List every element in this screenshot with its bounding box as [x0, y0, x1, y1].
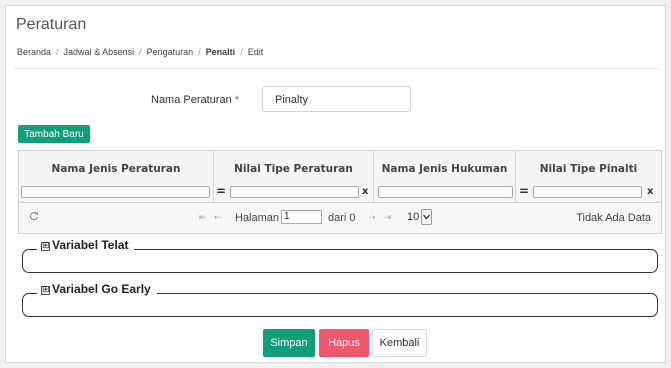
breadcrumb-home[interactable]: Beranda: [17, 47, 51, 57]
filter-clear-icon[interactable]: x: [647, 186, 653, 197]
early-variable-section: ⊞ Variabel Go Early: [22, 282, 658, 317]
breadcrumb-settings[interactable]: Pengaturan: [147, 47, 194, 57]
rule-name-label: Nama Peraturan *: [151, 94, 240, 106]
filter-penalty-type-name[interactable]: [378, 186, 513, 198]
column-rule-type-value: Nilai Tipe Peraturan = x: [214, 151, 374, 203]
delete-button[interactable]: Hapus: [319, 329, 369, 357]
page-label: Halaman: [235, 212, 280, 224]
next-page-icon[interactable]: ⇢: [368, 212, 375, 223]
filter-rule-type-value[interactable]: [230, 186, 359, 198]
page-number-input[interactable]: 1: [281, 210, 322, 224]
breadcrumb: Beranda / Jadwal & Absensi / Pengaturan / Pena…: [17, 47, 263, 57]
breadcrumb-penalty[interactable]: Penalti: [206, 47, 236, 57]
column-title: Nama Jenis Peraturan: [51, 163, 181, 175]
required-mark: *: [234, 94, 240, 106]
grid-pager: ⇤ ⇠ Halaman 1 dari 0 ⇢ ⇥ 10 Tidak Ada Da…: [19, 204, 661, 233]
header-divider: [14, 68, 659, 69]
section-title: Variabel Telat: [52, 238, 129, 252]
page-size-select[interactable]: 10: [403, 208, 433, 227]
last-page-icon[interactable]: ⇥: [384, 212, 391, 223]
breadcrumb-schedule[interactable]: Jadwal & Absensi: [64, 47, 135, 57]
column-rule-type-name: Nama Jenis Peraturan: [19, 151, 214, 203]
column-penalty-type-value: Nilai Tipe Pinalti = x: [516, 151, 661, 203]
expand-icon[interactable]: ⊞: [41, 242, 50, 251]
breadcrumb-separator: /: [240, 47, 243, 57]
column-title: Nama Jenis Hukuman: [381, 163, 508, 175]
no-data-text: Tidak Ada Data: [576, 212, 651, 224]
late-variable-section: ⊞ Variabel Telat: [22, 238, 658, 273]
rule-name-input[interactable]: Pinalty: [262, 86, 411, 112]
page-count: dari 0: [328, 212, 356, 224]
add-new-button[interactable]: Tambah Baru: [18, 125, 90, 143]
column-title: Nilai Tipe Pinalti: [539, 163, 638, 175]
rules-grid: Nama Jenis Peraturan Nilai Tipe Peratura…: [18, 150, 662, 234]
filter-operator[interactable]: =: [519, 184, 529, 198]
filter-clear-icon[interactable]: x: [362, 186, 368, 197]
prev-page-icon[interactable]: ⇠: [214, 212, 221, 223]
early-variable-toggle[interactable]: ⊞ Variabel Go Early: [37, 282, 157, 296]
chevron-down-icon: [421, 209, 432, 225]
grid-header: Nama Jenis Peraturan Nilai Tipe Peratura…: [19, 151, 661, 203]
section-title: Variabel Go Early: [52, 282, 151, 296]
filter-rule-type-name[interactable]: [21, 186, 210, 198]
page-title: Peraturan: [16, 16, 87, 33]
breadcrumb-separator: /: [198, 47, 201, 57]
expand-icon[interactable]: ⊞: [41, 286, 50, 295]
late-variable-toggle[interactable]: ⊞ Variabel Telat: [37, 238, 135, 252]
main-panel: Peraturan Beranda / Jadwal & Absensi / Penga…: [5, 5, 666, 363]
refresh-icon[interactable]: [29, 211, 39, 224]
filter-penalty-type-value[interactable]: [533, 186, 642, 198]
column-penalty-type-name: Nama Jenis Hukuman: [374, 151, 516, 203]
breadcrumb-separator: /: [139, 47, 142, 57]
back-button[interactable]: Kembali: [372, 329, 427, 357]
first-page-icon[interactable]: ⇤: [199, 212, 206, 223]
filter-operator[interactable]: =: [216, 184, 226, 198]
page-size-value: 10: [407, 211, 420, 223]
column-title: Nilai Tipe Peraturan: [234, 163, 353, 175]
breadcrumb-separator: /: [56, 47, 59, 57]
save-button[interactable]: Simpan: [263, 329, 315, 357]
breadcrumb-current: Edit: [247, 47, 264, 57]
